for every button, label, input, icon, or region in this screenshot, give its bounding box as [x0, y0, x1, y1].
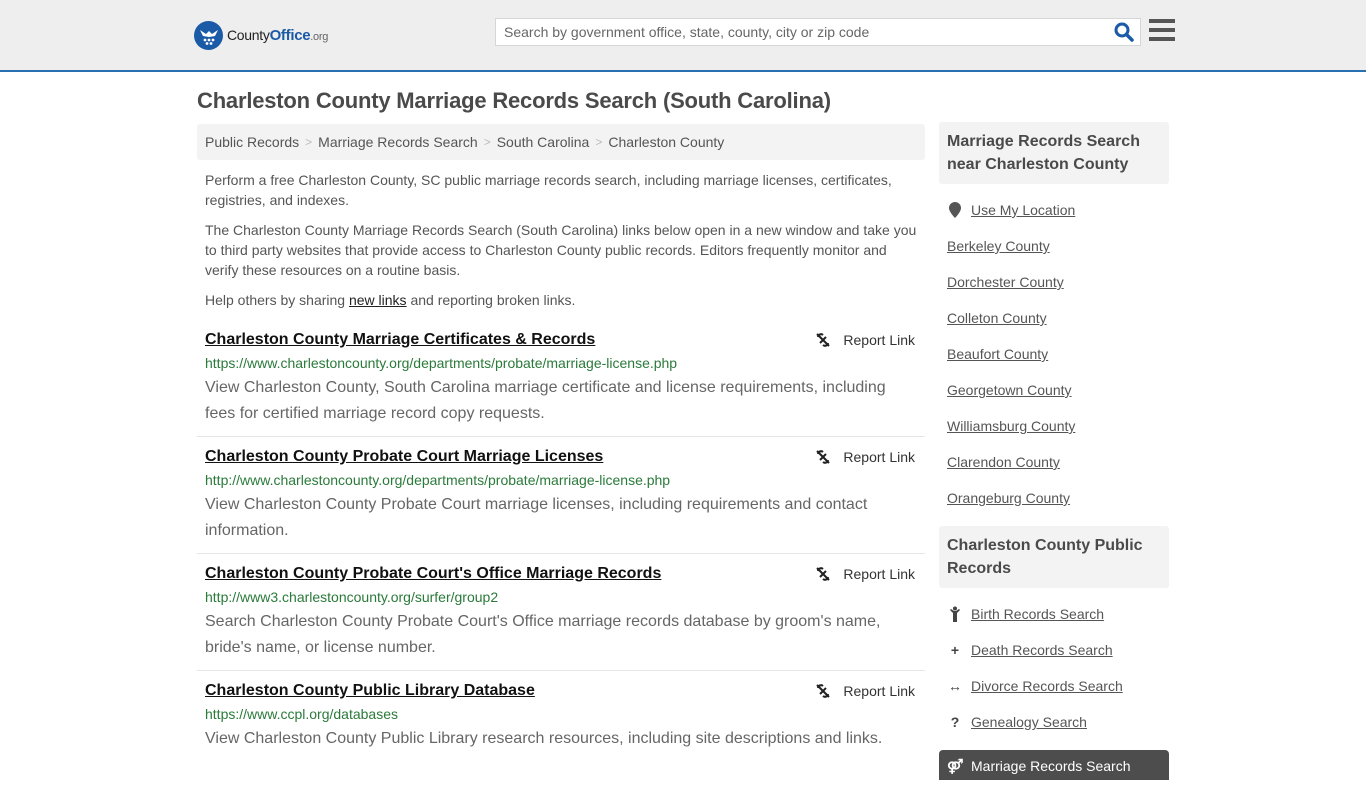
- result-title-link[interactable]: Charleston County Probate Court Marriage…: [205, 447, 603, 467]
- intro-text-after: and reporting broken links.: [406, 292, 576, 308]
- county-link-williamsburg[interactable]: Williamsburg County: [947, 418, 1075, 434]
- result-title-link[interactable]: Charleston County Marriage Certificates …: [205, 330, 595, 350]
- breadcrumb-marriage-records-search[interactable]: Marriage Records Search: [318, 134, 478, 150]
- intro-paragraph-1: Perform a free Charleston County, SC pub…: [205, 172, 892, 208]
- result-title-link[interactable]: Charleston County Public Library Databas…: [205, 681, 535, 701]
- county-link-orangeburg[interactable]: Orangeburg County: [947, 490, 1070, 506]
- breadcrumb-public-records[interactable]: Public Records: [205, 134, 299, 150]
- breadcrumb-charleston-county[interactable]: Charleston County: [608, 134, 724, 150]
- nearby-county-item: Beaufort County: [947, 336, 1169, 372]
- report-link-button[interactable]: Report Link: [815, 683, 915, 699]
- search-icon[interactable]: [1114, 22, 1134, 42]
- page-title: Charleston County Marriage Records Searc…: [197, 88, 831, 113]
- nearby-county-item: Williamsburg County: [947, 408, 1169, 444]
- report-link-label: Report Link: [843, 566, 915, 582]
- county-link-dorchester[interactable]: Dorchester County: [947, 274, 1064, 290]
- nearby-county-item: Dorchester County: [947, 264, 1169, 300]
- public-records-list: Birth Records Search + Death Records Sea…: [939, 588, 1169, 750]
- report-link-label: Report Link: [843, 449, 915, 465]
- logo-tld: .org: [310, 31, 329, 43]
- broken-link-icon: [816, 684, 831, 698]
- arrows-horizontal-icon: ↔: [948, 678, 962, 694]
- public-record-item: ? Genealogy Search: [947, 704, 1169, 740]
- result-item: Charleston County Probate Court Marriage…: [197, 437, 925, 554]
- result-url[interactable]: http://www.charlestoncounty.org/departme…: [205, 472, 917, 489]
- nearby-county-item: Georgetown County: [947, 372, 1169, 408]
- intro-paragraph-2: The Charleston County Marriage Records S…: [205, 222, 917, 278]
- map-marker-icon: [947, 202, 963, 218]
- result-description: View Charleston County Public Library re…: [205, 730, 883, 747]
- search-input[interactable]: [496, 19, 1106, 45]
- county-link-colleton[interactable]: Colleton County: [947, 310, 1047, 326]
- new-links-link[interactable]: new links: [349, 292, 407, 308]
- nearby-county-item: Colleton County: [947, 300, 1169, 336]
- divorce-records-search-link[interactable]: Divorce Records Search: [971, 678, 1123, 694]
- result-url[interactable]: https://www.ccpl.org/databases: [205, 706, 917, 723]
- question-icon: ?: [950, 714, 960, 730]
- marriage-records-search-active-item[interactable]: ⚤ Marriage Records Search: [939, 750, 1169, 780]
- result-item: Charleston County Marriage Certificates …: [197, 320, 925, 437]
- logo-text: CountyOffice.org: [227, 27, 328, 44]
- broken-link-icon: [816, 333, 831, 347]
- report-link-button[interactable]: Report Link: [815, 332, 915, 348]
- results-list: Charleston County Marriage Certificates …: [197, 320, 925, 788]
- intro-paragraph-3: Help others by sharing new links and rep…: [205, 290, 921, 310]
- intro-text-before: Help others by sharing: [205, 292, 349, 308]
- breadcrumb: Public Records > Marriage Records Search…: [197, 124, 925, 160]
- result-item: Charleston County Public Library Databas…: [197, 671, 925, 788]
- result-description: View Charleston County Probate Court mar…: [205, 496, 868, 539]
- public-record-item: Birth Records Search: [947, 596, 1169, 632]
- death-records-search-link[interactable]: Death Records Search: [971, 642, 1113, 658]
- public-record-item: + Death Records Search: [947, 632, 1169, 668]
- result-description: View Charleston County, South Carolina m…: [205, 379, 886, 422]
- result-url[interactable]: http://www3.charlestoncounty.org/surfer/…: [205, 589, 917, 606]
- result-title-link[interactable]: Charleston County Probate Court's Office…: [205, 564, 661, 584]
- marriage-records-search-label: Marriage Records Search: [971, 758, 1131, 774]
- county-link-clarendon[interactable]: Clarendon County: [947, 454, 1060, 470]
- public-record-item: ↔ Divorce Records Search: [947, 668, 1169, 704]
- nearby-county-item: Clarendon County: [947, 444, 1169, 480]
- breadcrumb-separator: >: [305, 135, 313, 149]
- breadcrumb-separator: >: [595, 135, 603, 149]
- county-link-berkeley[interactable]: Berkeley County: [947, 238, 1050, 254]
- nearby-county-item: Berkeley County: [947, 228, 1169, 264]
- report-link-label: Report Link: [843, 683, 915, 699]
- eagle-logo-icon: [194, 21, 223, 50]
- result-item: Charleston County Probate Court's Office…: [197, 554, 925, 671]
- sidebar: Marriage Records Search near Charleston …: [939, 122, 1169, 750]
- breadcrumb-south-carolina[interactable]: South Carolina: [497, 134, 590, 150]
- public-records-heading: Charleston County Public Records: [939, 526, 1169, 588]
- gender-icon: ⚤: [947, 758, 964, 774]
- breadcrumb-separator: >: [483, 135, 491, 149]
- birth-records-search-link[interactable]: Birth Records Search: [971, 606, 1104, 622]
- search-bar: [495, 18, 1141, 46]
- intro-text: Perform a free Charleston County, SC pub…: [205, 170, 921, 320]
- logo-brand-accent: Office: [269, 27, 311, 44]
- broken-link-icon: [816, 450, 831, 464]
- report-link-label: Report Link: [843, 332, 915, 348]
- use-my-location-item: Use My Location: [947, 192, 1169, 228]
- report-link-button[interactable]: Report Link: [815, 449, 915, 465]
- hamburger-menu-icon[interactable]: [1149, 19, 1175, 43]
- nearby-county-item: Orangeburg County: [947, 480, 1169, 516]
- county-link-georgetown[interactable]: Georgetown County: [947, 382, 1072, 398]
- report-link-button[interactable]: Report Link: [815, 566, 915, 582]
- result-url[interactable]: https://www.charlestoncounty.org/departm…: [205, 355, 917, 372]
- logo-brand: County: [227, 27, 270, 43]
- nearby-counties-list: Use My Location Berkeley County Dorchest…: [939, 184, 1169, 526]
- use-my-location-link[interactable]: Use My Location: [971, 202, 1075, 218]
- county-link-beaufort[interactable]: Beaufort County: [947, 346, 1048, 362]
- broken-link-icon: [816, 567, 831, 581]
- site-logo[interactable]: CountyOffice.org: [194, 21, 328, 50]
- top-header: CountyOffice.org: [0, 0, 1366, 72]
- genealogy-search-link[interactable]: Genealogy Search: [971, 714, 1087, 730]
- child-icon: [947, 606, 963, 622]
- plus-icon: +: [950, 642, 960, 658]
- nearby-heading: Marriage Records Search near Charleston …: [939, 122, 1169, 184]
- result-description: Search Charleston County Probate Court's…: [205, 613, 881, 656]
